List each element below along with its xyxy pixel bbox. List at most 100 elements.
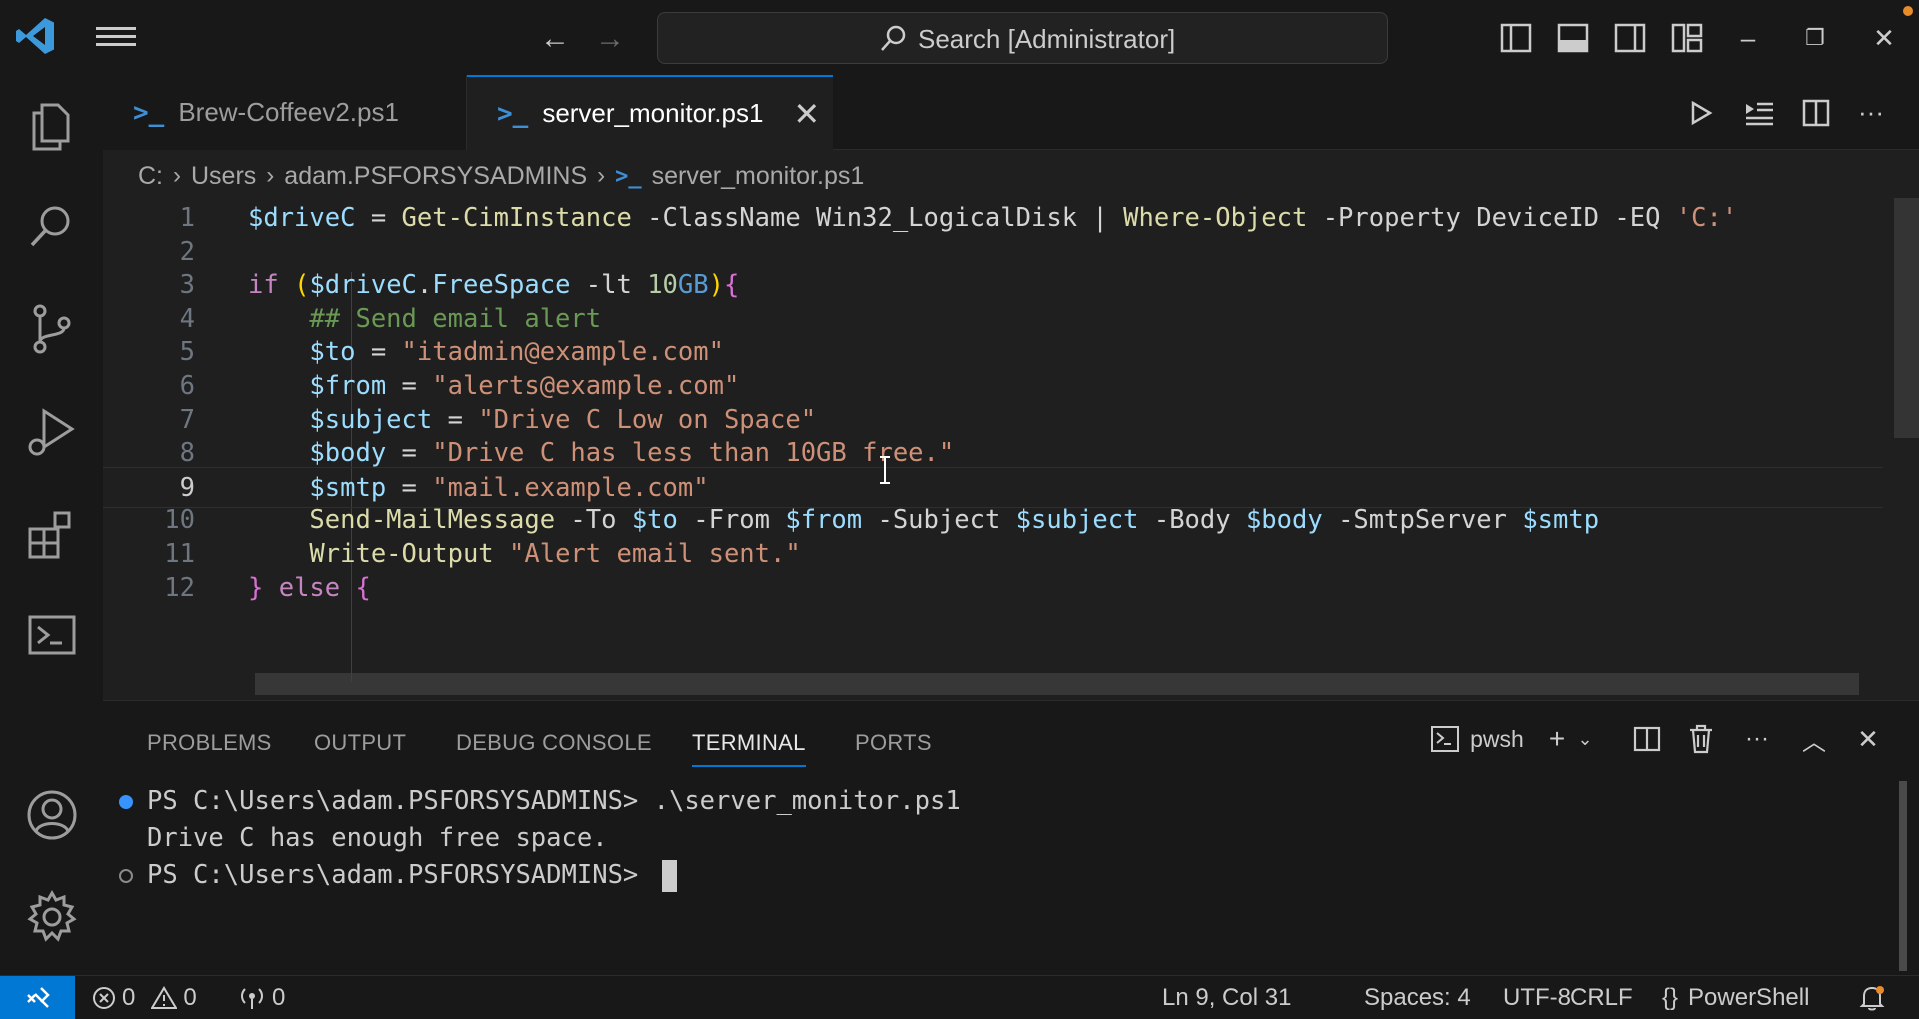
source-control-icon[interactable] <box>22 299 82 359</box>
chevron-down-icon[interactable]: ⌄ <box>1573 719 1597 759</box>
more-actions-icon[interactable]: ··· <box>1739 719 1775 759</box>
customize-layout-icon[interactable] <box>1667 18 1707 58</box>
code-token: 'C:' <box>1675 203 1738 233</box>
warning-icon <box>151 986 178 1009</box>
file-encoding[interactable]: UTF-8 <box>1503 976 1571 1019</box>
code-token: 10 <box>647 270 678 301</box>
code-token: -Property DeviceID -EQ <box>1307 203 1676 233</box>
vscode-logo-icon[interactable] <box>14 14 58 58</box>
back-arrow-icon[interactable]: ← <box>535 19 575 59</box>
terminal-scrollbar[interactable] <box>1899 781 1907 971</box>
indentation-setting[interactable]: Spaces: 4 <box>1364 976 1471 1019</box>
code-text: } else { <box>248 568 371 609</box>
terminal-prompt-line: PS C:\Users\adam.PSFORSYSADMINS> <box>147 857 677 893</box>
code-token: -Body <box>1138 505 1246 536</box>
problems-status[interactable]: 0 0 <box>92 976 197 1019</box>
remote-indicator-icon[interactable] <box>0 976 75 1019</box>
activity-bar <box>0 75 103 975</box>
code-token: . <box>416 270 433 301</box>
command-success-dot <box>119 795 133 809</box>
split-editor-icon[interactable] <box>1796 75 1836 150</box>
tab-debug-console[interactable]: DEBUG CONSOLE <box>456 725 652 767</box>
more-actions-icon[interactable]: ··· <box>1851 75 1891 150</box>
search-sidebar-icon[interactable] <box>22 197 82 257</box>
code-line[interactable]: 12} else { <box>103 568 1883 609</box>
kill-terminal-trash-icon[interactable] <box>1683 719 1719 759</box>
tab-brew-coffeev2[interactable]: >_ Brew-Coffeev2.ps1 <box>103 75 467 150</box>
code-token: -SmtpServer <box>1322 505 1523 536</box>
tab-server-monitor[interactable]: >_ server_monitor.ps1 ✕ <box>467 75 833 150</box>
code-token: ) <box>708 270 724 301</box>
breadcrumb-item[interactable]: adam.PSFORSYSADMINS <box>284 162 587 191</box>
code-token: "alerts@example.com" <box>432 371 740 401</box>
code-token: = <box>355 203 402 233</box>
split-terminal-icon[interactable] <box>1629 719 1665 759</box>
powershell-file-icon: >_ <box>615 163 642 189</box>
minimize-window-icon[interactable]: – <box>1728 18 1768 58</box>
tab-terminal[interactable]: TERMINAL <box>692 725 806 767</box>
close-panel-icon[interactable]: ✕ <box>1850 719 1886 759</box>
code-token: GB <box>677 270 709 301</box>
code-token: = <box>386 472 433 503</box>
close-window-icon[interactable]: ✕ <box>1864 18 1904 58</box>
explorer-files-icon[interactable] <box>22 95 82 155</box>
maximize-panel-chevron-up-icon[interactable]: ︿ <box>1796 719 1832 759</box>
code-token: "mail.example.com" <box>432 472 709 503</box>
terminal-output[interactable]: PS C:\Users\adam.PSFORSYSADMINS> .\serve… <box>103 783 1883 976</box>
tab-problems[interactable]: PROBLEMS <box>147 725 272 767</box>
editor-vertical-scrollbar[interactable] <box>1894 198 1919 438</box>
code-editor[interactable]: 1 $driveC = Get-CimInstance -ClassName Wi… <box>103 198 1919 695</box>
tab-label: server_monitor.ps1 <box>542 98 764 128</box>
terminal-shell-selector[interactable]: pwsh <box>1425 719 1529 759</box>
notifications-bell-icon[interactable] <box>1858 976 1886 1019</box>
settings-gear-icon[interactable] <box>22 887 82 947</box>
tab-output[interactable]: OUTPUT <box>314 725 406 767</box>
accounts-icon[interactable] <box>22 785 82 845</box>
command-center-search[interactable]: Search [Administrator] <box>657 12 1388 64</box>
code-token: Send-MailMessage <box>309 505 556 536</box>
ports-count: 0 <box>272 984 286 1011</box>
code-token: -To <box>555 505 632 536</box>
mouse-ibeam-cursor-icon <box>880 456 890 484</box>
code-token: $driveC <box>309 270 417 301</box>
run-and-debug-icon[interactable] <box>22 401 82 461</box>
toggle-secondary-sidebar-icon[interactable] <box>1610 18 1650 58</box>
code-token: $to <box>309 337 356 368</box>
toggle-primary-sidebar-icon[interactable] <box>1496 18 1536 58</box>
restore-window-icon[interactable]: ❐ <box>1795 18 1835 58</box>
warning-count: 0 <box>183 984 197 1011</box>
editor-horizontal-scrollbar[interactable] <box>255 673 1859 695</box>
forward-arrow-icon[interactable]: → <box>590 19 630 59</box>
new-terminal-icon[interactable]: + <box>1542 719 1572 759</box>
code-token: = <box>386 371 433 401</box>
tab-ports[interactable]: PORTS <box>855 725 932 767</box>
code-token: -From <box>677 505 786 536</box>
code-token: ## Send email alert <box>309 303 602 334</box>
terminal-powershell-icon[interactable] <box>22 605 82 665</box>
code-token: Get-CimInstance <box>401 203 632 233</box>
broadcast-antenna-icon <box>241 988 263 1009</box>
menu-hamburger-icon[interactable] <box>96 22 136 52</box>
extensions-icon[interactable] <box>22 503 82 563</box>
code-token: = <box>386 438 433 469</box>
run-file-icon[interactable] <box>1680 75 1720 150</box>
ports-status[interactable]: 0 <box>238 976 285 1019</box>
terminal-cursor <box>661 860 677 892</box>
cursor-position[interactable]: Ln 9, Col 31 <box>1162 976 1291 1019</box>
line-ending[interactable]: CRLF <box>1570 976 1633 1019</box>
code-token: } <box>248 572 264 603</box>
breadcrumb-item[interactable]: C: <box>138 162 163 191</box>
close-tab-icon[interactable]: ✕ <box>793 95 820 133</box>
breadcrumb-item[interactable]: Users <box>191 162 256 191</box>
run-selection-icon[interactable] <box>1739 75 1779 150</box>
toggle-panel-icon[interactable] <box>1553 18 1593 58</box>
language-mode[interactable]: {} PowerShell <box>1662 976 1809 1019</box>
breadcrumb-item[interactable]: server_monitor.ps1 <box>652 162 865 191</box>
error-icon <box>93 987 115 1009</box>
code-token: $smtp <box>1522 505 1600 536</box>
